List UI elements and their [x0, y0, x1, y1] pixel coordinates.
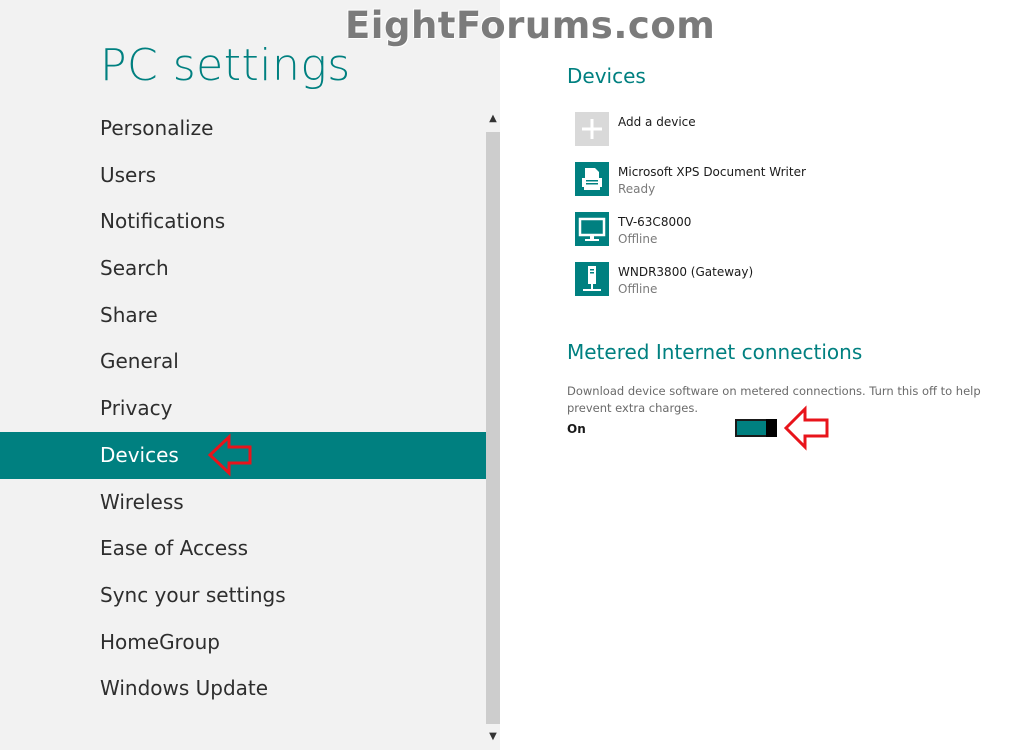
- settings-nav-pane: PC settings Personalize Users Notificati…: [0, 0, 500, 750]
- device-name: WNDR3800 (Gateway): [618, 265, 754, 279]
- scroll-down-icon[interactable]: ▼: [486, 724, 500, 750]
- settings-nav-list: Personalize Users Notifications Search S…: [0, 105, 486, 712]
- page-title: PC settings: [100, 40, 351, 91]
- nav-item-sync-your-settings[interactable]: Sync your settings: [0, 572, 486, 619]
- plus-icon: [575, 112, 609, 146]
- nav-item-ease-of-access[interactable]: Ease of Access: [0, 525, 486, 572]
- toggle-fill: [737, 421, 766, 435]
- annotation-arrow-icon: [783, 405, 829, 451]
- annotation-arrow-icon: [207, 433, 252, 477]
- nav-item-wireless[interactable]: Wireless: [0, 479, 486, 526]
- nav-scrollbar[interactable]: ▲ ▼: [486, 106, 500, 750]
- nav-item-privacy[interactable]: Privacy: [0, 385, 486, 432]
- device-status: Offline: [618, 282, 658, 296]
- toggle-knob[interactable]: [766, 419, 777, 437]
- devices-section-title: Devices: [567, 64, 646, 88]
- nav-item-windows-update[interactable]: Windows Update: [0, 665, 486, 712]
- nav-item-notifications[interactable]: Notifications: [0, 198, 486, 245]
- metered-download-toggle[interactable]: [735, 419, 777, 437]
- device-name: Microsoft XPS Document Writer: [618, 165, 806, 179]
- metered-section-title: Metered Internet connections: [567, 340, 863, 364]
- monitor-icon: [575, 212, 609, 246]
- nav-item-share[interactable]: Share: [0, 292, 486, 339]
- nav-item-personalize[interactable]: Personalize: [0, 105, 486, 152]
- nav-item-users[interactable]: Users: [0, 152, 486, 199]
- printer-icon: [575, 162, 609, 196]
- router-icon: [575, 262, 609, 296]
- scrollbar-thumb[interactable]: [486, 132, 500, 724]
- nav-item-devices-label: Devices: [100, 442, 179, 467]
- nav-item-general[interactable]: General: [0, 338, 486, 385]
- nav-item-homegroup[interactable]: HomeGroup: [0, 619, 486, 666]
- add-device-label: Add a device: [618, 115, 696, 129]
- nav-item-search[interactable]: Search: [0, 245, 486, 292]
- scroll-up-icon[interactable]: ▲: [486, 106, 500, 132]
- device-status: Offline: [618, 232, 658, 246]
- toggle-state-label: On: [567, 422, 586, 436]
- device-name: TV-63C8000: [618, 215, 692, 229]
- device-status: Ready: [618, 182, 656, 196]
- nav-item-devices[interactable]: Devices: [0, 431, 486, 479]
- watermark-logo: EightForums.com: [345, 4, 716, 47]
